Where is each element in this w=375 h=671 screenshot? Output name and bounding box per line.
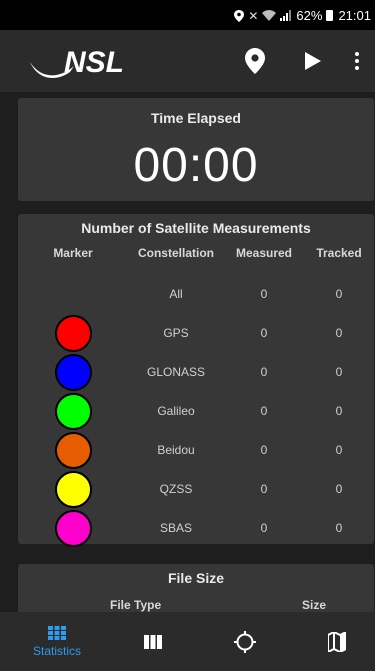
measured-count: 0 (260, 404, 268, 418)
satellite-measurements-card: Number of Satellite Measurements Marker … (18, 214, 374, 547)
statistics-content[interactable]: Time Elapsed 00:00 Number of Satellite M… (0, 92, 375, 612)
marker-header: Marker (53, 246, 93, 260)
nav-statistics[interactable]: Statistics (10, 612, 104, 671)
battery-icon (326, 10, 334, 21)
table-row: GLONASS 0 0 (18, 353, 374, 392)
tracked-header: Tracked (316, 246, 362, 260)
tracked-count: 0 (335, 443, 343, 457)
constellation-header: Constellation (137, 246, 214, 260)
logo-text: NSL (64, 46, 124, 79)
tracked-count: 0 (335, 404, 343, 418)
nav-position[interactable] (198, 612, 292, 671)
status-bar: ✕ 62% 21:01 (0, 0, 375, 30)
constellation-name: SBAS (159, 521, 192, 535)
constellation-name: Galileo (157, 404, 195, 418)
tracked-count: 0 (335, 521, 343, 535)
table-row: All 0 0 (18, 275, 374, 314)
signal-icon (280, 10, 292, 21)
app-bar: NSL (0, 30, 375, 92)
tracked-count: 0 (335, 287, 343, 301)
table-row: QZSS 0 0 (18, 470, 374, 509)
constellation-name: GLONASS (146, 365, 206, 379)
status-bar-right: ✕ 62% 21:01 (234, 8, 371, 23)
table-row: SBAS 0 0 (18, 509, 374, 548)
satellite-card-title: Number of Satellite Measurements (81, 220, 311, 236)
tracked-count: 0 (335, 482, 343, 496)
measured-count: 0 (260, 287, 268, 301)
overflow-menu-button[interactable] (346, 46, 368, 76)
bottom-navigation: Statistics (0, 612, 375, 671)
tracked-count: 0 (335, 326, 343, 340)
constellation-name: Beidou (157, 443, 195, 457)
location-button[interactable] (240, 46, 270, 76)
measured-header: Measured (235, 246, 293, 260)
crosshair-icon (234, 630, 256, 653)
time-elapsed-card: Time Elapsed 00:00 (18, 98, 374, 201)
constellation-name: All (169, 287, 183, 301)
play-button[interactable] (298, 46, 328, 76)
sbas-marker (55, 510, 92, 547)
measured-count: 0 (260, 521, 268, 535)
gps-marker (55, 315, 92, 352)
qzss-marker (55, 471, 92, 508)
location-pin-icon (245, 48, 265, 74)
measured-count: 0 (260, 443, 268, 457)
glonass-marker (55, 354, 92, 391)
galileo-marker (55, 393, 92, 430)
nav-statistics-label: Statistics (32, 643, 81, 658)
map-icon (328, 631, 346, 652)
beidou-marker (55, 432, 92, 469)
table-row: GPS 0 0 (18, 314, 374, 353)
file-size-card: File Size File Type Size (18, 564, 374, 612)
measured-count: 0 (260, 365, 268, 379)
tracked-count: 0 (335, 365, 343, 379)
location-status-icon (234, 9, 245, 22)
battery-percent: 62% (296, 8, 323, 23)
time-elapsed-value: 00:00 (133, 139, 259, 192)
grid-icon (48, 625, 66, 640)
measured-count: 0 (260, 326, 268, 340)
status-time: 21:01 (338, 8, 371, 23)
table-row: Galileo 0 0 (18, 392, 374, 431)
file-type-header: File Type (110, 598, 162, 612)
file-size-title: File Size (167, 570, 225, 586)
more-vert-icon (355, 52, 359, 70)
time-elapsed-title: Time Elapsed (150, 110, 241, 126)
nsl-logo: NSL (30, 46, 124, 79)
mute-icon: ✕ (248, 8, 259, 23)
play-icon (305, 52, 321, 70)
nav-columns[interactable] (106, 612, 200, 671)
size-header: Size (302, 598, 327, 612)
constellation-name: QZSS (159, 482, 193, 496)
constellation-name: GPS (163, 326, 189, 340)
measured-count: 0 (260, 482, 268, 496)
wifi-icon (262, 10, 277, 21)
columns-icon (144, 634, 162, 649)
nav-map[interactable] (290, 612, 375, 671)
table-row: Beidou 0 0 (18, 431, 374, 470)
